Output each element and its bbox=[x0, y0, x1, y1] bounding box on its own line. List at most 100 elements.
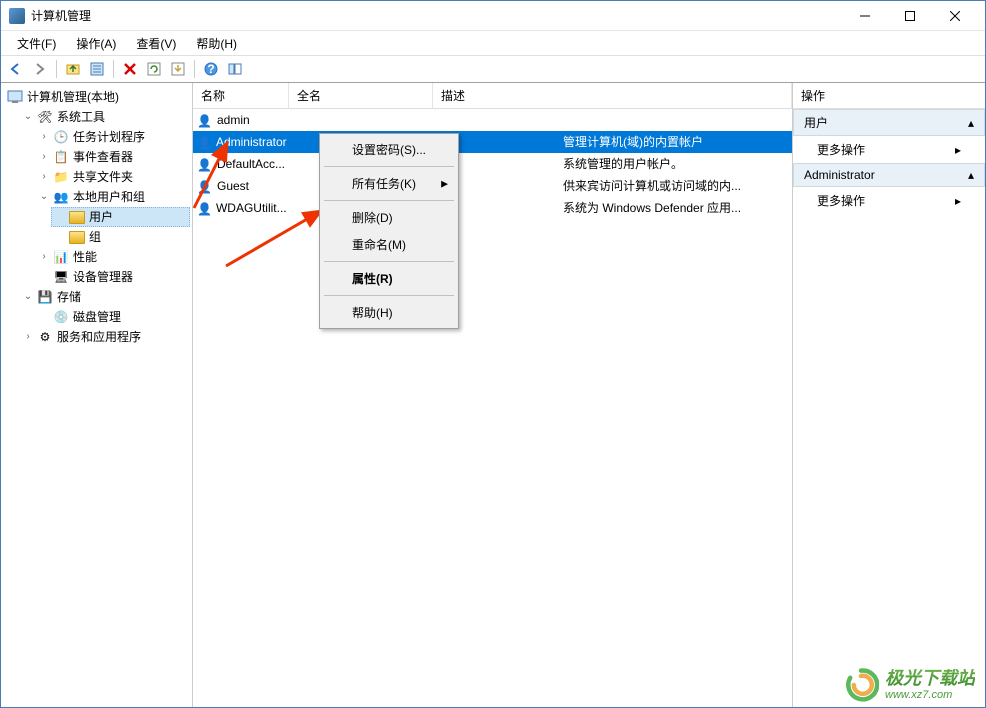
storage-icon: 💾 bbox=[37, 289, 53, 305]
list-panel: 名称 全名 描述 👤admin 👤Administrator 管理计算机(域)的… bbox=[193, 83, 793, 707]
expand-icon[interactable]: › bbox=[37, 248, 51, 266]
folder-icon bbox=[69, 209, 85, 225]
tree-event-viewer[interactable]: ›📋事件查看器 bbox=[35, 147, 190, 167]
expand-icon[interactable]: › bbox=[37, 168, 51, 186]
actions-more-users[interactable]: 更多操作 ▸ bbox=[793, 136, 985, 163]
delete-button[interactable] bbox=[119, 58, 141, 80]
cell-name: DefaultAcc... bbox=[217, 155, 285, 173]
menu-help[interactable]: 帮助(H) bbox=[186, 32, 247, 55]
share-icon: 📁 bbox=[53, 169, 69, 185]
actions-section-admin[interactable]: Administrator ▴ bbox=[793, 163, 985, 187]
chevron-right-icon: ▶ bbox=[441, 178, 448, 189]
list-row-guest[interactable]: 👤Guest 供来宾访问计算机或访问域的内... bbox=[193, 175, 792, 197]
tree-device-manager[interactable]: 🖥设备管理器 bbox=[35, 267, 190, 287]
tree-users[interactable]: 用户 bbox=[51, 207, 190, 227]
help-button[interactable]: ? bbox=[200, 58, 222, 80]
tree-performance[interactable]: ›📊性能 bbox=[35, 247, 190, 267]
disk-icon: 💿 bbox=[53, 309, 69, 325]
titlebar: 计算机管理 bbox=[1, 1, 985, 31]
tree-label: 事件查看器 bbox=[73, 148, 133, 166]
clock-icon: 🕒 bbox=[53, 129, 69, 145]
menu-view[interactable]: 查看(V) bbox=[126, 32, 186, 55]
actions-section-users[interactable]: 用户 ▴ bbox=[793, 109, 985, 136]
context-menu: 设置密码(S)... 所有任务(K) ▶ 删除(D) 重命名(M) 属性(R) 帮… bbox=[319, 133, 459, 329]
perf-icon: 📊 bbox=[53, 249, 69, 265]
expand-icon[interactable]: › bbox=[21, 328, 35, 346]
tree-label: 系统工具 bbox=[57, 108, 105, 126]
tree-local-users[interactable]: ⌄👥本地用户和组 bbox=[35, 187, 190, 207]
tree-label: 存储 bbox=[57, 288, 81, 306]
user-icon: 👤 bbox=[197, 200, 212, 216]
chevron-right-icon: ▸ bbox=[955, 143, 961, 157]
list-row-admin[interactable]: 👤admin bbox=[193, 109, 792, 131]
tree-label: 计算机管理(本地) bbox=[27, 88, 119, 106]
tree-disk-mgmt[interactable]: 💿磁盘管理 bbox=[35, 307, 190, 327]
expand-icon[interactable]: › bbox=[37, 128, 51, 146]
refresh-button[interactable] bbox=[143, 58, 165, 80]
cell-name: Guest bbox=[217, 177, 249, 195]
cell-desc: 系统管理的用户帐户。 bbox=[433, 154, 792, 174]
tree-label: 设备管理器 bbox=[73, 268, 133, 286]
computer-icon bbox=[7, 89, 23, 105]
tree-panel: 计算机管理(本地) ⌄ 🛠 系统工具 ›🕒任务计划程序 ›📋事件查看器 ›📁共享… bbox=[1, 83, 193, 707]
list-header: 名称 全名 描述 bbox=[193, 83, 792, 109]
ctx-all-tasks[interactable]: 所有任务(K) ▶ bbox=[322, 170, 456, 197]
tools-icon: 🛠 bbox=[37, 109, 53, 125]
event-icon: 📋 bbox=[53, 149, 69, 165]
tree-system-tools[interactable]: ⌄ 🛠 系统工具 bbox=[19, 107, 190, 127]
ctx-label: 所有任务(K) bbox=[352, 177, 416, 191]
list-row-wdag[interactable]: 👤WDAGUtilit... 系统为 Windows Defender 应用..… bbox=[193, 197, 792, 219]
tree-shared-folders[interactable]: ›📁共享文件夹 bbox=[35, 167, 190, 187]
forward-button[interactable] bbox=[29, 58, 51, 80]
device-icon: 🖥 bbox=[53, 269, 69, 285]
collapse-icon[interactable]: ⌄ bbox=[37, 188, 51, 206]
menu-action[interactable]: 操作(A) bbox=[66, 32, 126, 55]
ctx-set-password[interactable]: 设置密码(S)... bbox=[322, 136, 456, 163]
ctx-help[interactable]: 帮助(H) bbox=[322, 299, 456, 326]
tree-label: 本地用户和组 bbox=[73, 188, 145, 206]
minimize-button[interactable] bbox=[842, 2, 887, 30]
user-icon: 👤 bbox=[197, 112, 213, 128]
users-icon: 👥 bbox=[53, 189, 69, 205]
tree-storage[interactable]: ⌄💾存储 bbox=[19, 287, 190, 307]
collapse-icon[interactable]: ⌄ bbox=[21, 288, 35, 306]
watermark-logo-icon bbox=[843, 667, 879, 703]
col-name[interactable]: 名称 bbox=[193, 83, 289, 108]
actions-more-admin[interactable]: 更多操作 ▸ bbox=[793, 187, 985, 214]
up-button[interactable] bbox=[62, 58, 84, 80]
tree-services-apps[interactable]: ›⚙服务和应用程序 bbox=[19, 327, 190, 347]
user-icon: 👤 bbox=[197, 178, 213, 194]
export-button[interactable] bbox=[167, 58, 189, 80]
maximize-button[interactable] bbox=[887, 2, 932, 30]
properties-button[interactable] bbox=[86, 58, 108, 80]
collapse-icon[interactable]: ⌄ bbox=[21, 108, 35, 126]
item-label: 更多操作 bbox=[817, 141, 865, 158]
toolbar: ? bbox=[1, 55, 985, 83]
watermark: 极光下载站 www.xz7.com bbox=[843, 667, 975, 703]
cell-desc bbox=[433, 110, 792, 130]
item-label: 更多操作 bbox=[817, 192, 865, 209]
ctx-properties[interactable]: 属性(R) bbox=[322, 265, 456, 292]
back-button[interactable] bbox=[5, 58, 27, 80]
tree-root[interactable]: 计算机管理(本地) bbox=[3, 87, 190, 107]
menu-file[interactable]: 文件(F) bbox=[7, 32, 66, 55]
show-hide-button[interactable] bbox=[224, 58, 246, 80]
watermark-text: 极光下载站 bbox=[885, 669, 975, 689]
tree-label: 任务计划程序 bbox=[73, 128, 145, 146]
ctx-label: 属性(R) bbox=[352, 272, 393, 286]
section-label: 用户 bbox=[804, 114, 828, 131]
ctx-delete[interactable]: 删除(D) bbox=[322, 204, 456, 231]
tree-task-scheduler[interactable]: ›🕒任务计划程序 bbox=[35, 127, 190, 147]
col-description[interactable]: 描述 bbox=[433, 83, 792, 108]
col-fullname[interactable]: 全名 bbox=[289, 83, 433, 108]
close-button[interactable] bbox=[932, 2, 977, 30]
tree-groups[interactable]: 组 bbox=[51, 227, 190, 247]
cell-desc: 供来宾访问计算机或访问域的内... bbox=[433, 176, 792, 196]
ctx-rename[interactable]: 重命名(M) bbox=[322, 231, 456, 258]
expand-icon[interactable]: › bbox=[37, 148, 51, 166]
menubar: 文件(F) 操作(A) 查看(V) 帮助(H) bbox=[1, 31, 985, 55]
chevron-right-icon: ▸ bbox=[955, 194, 961, 208]
list-row-administrator[interactable]: 👤Administrator 管理计算机(域)的内置帐户 bbox=[193, 131, 792, 153]
list-row-defaultacc[interactable]: 👤DefaultAcc... 系统管理的用户帐户。 bbox=[193, 153, 792, 175]
tree-label: 服务和应用程序 bbox=[57, 328, 141, 346]
